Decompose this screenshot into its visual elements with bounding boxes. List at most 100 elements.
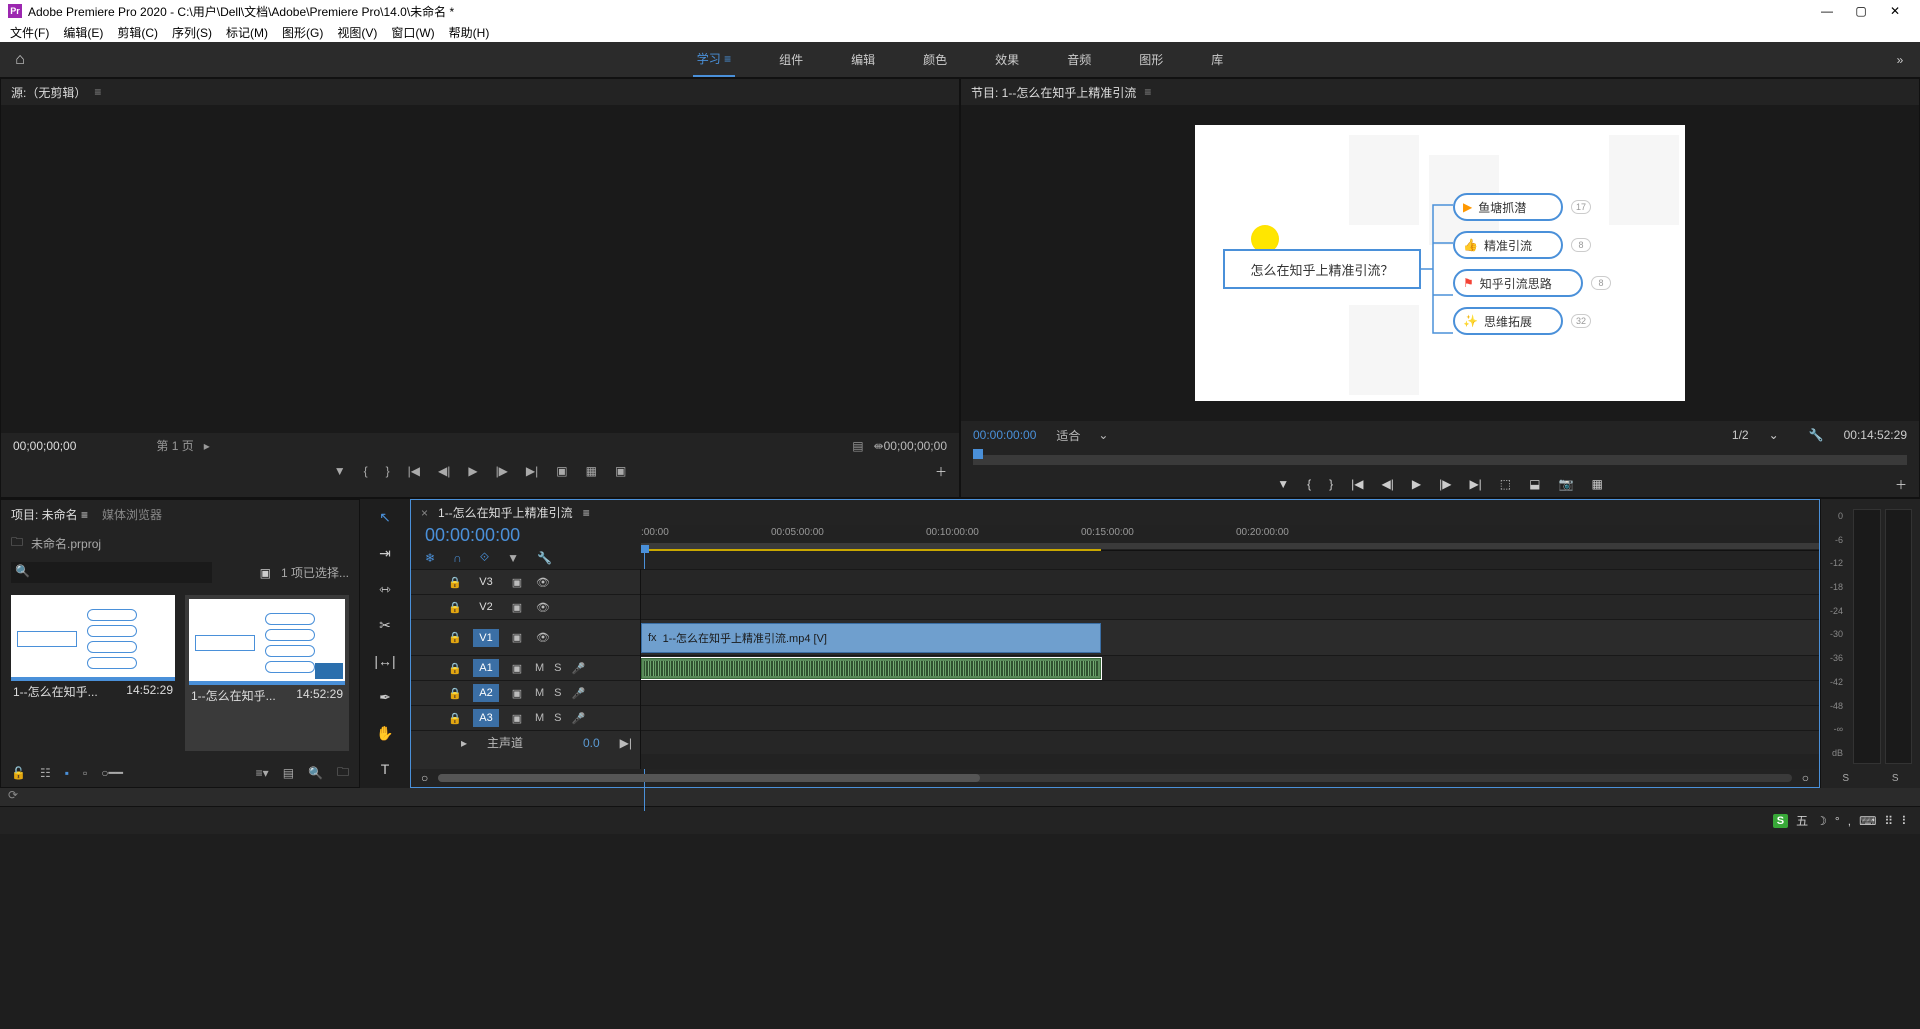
sync-lock-icon[interactable]: ▣ (509, 601, 525, 614)
lock-icon[interactable]: 🔒 (447, 687, 463, 700)
timeline-tracks[interactable]: fx1--怎么在知乎上精准引流.mp4 [V] (641, 569, 1819, 769)
sort-icon[interactable]: ≡▾ (256, 766, 269, 780)
solo-right-button[interactable]: S (1892, 773, 1899, 784)
timeline-ruler[interactable]: :00:00 00:05:00:00 00:10:00:00 00:15:00:… (641, 525, 1819, 551)
workspace-tab-audio[interactable]: 音频 (1063, 43, 1095, 76)
source-viewport[interactable] (1, 105, 959, 433)
menu-graphics[interactable]: 图形(G) (278, 24, 327, 41)
lock-icon[interactable]: 🔓 (11, 766, 26, 780)
insert-button[interactable]: ▣ (556, 464, 567, 478)
menu-window[interactable]: 窗口(W) (387, 24, 438, 41)
maximize-button[interactable]: ▢ (1844, 4, 1878, 18)
lock-icon[interactable]: 🔒 (447, 576, 463, 589)
magnet-icon[interactable]: ∩ (453, 551, 462, 565)
lock-icon[interactable]: 🔒 (447, 662, 463, 675)
timeline-timecode[interactable]: 00:00:00:00 (411, 525, 641, 546)
sync-lock-icon[interactable]: ▣ (509, 687, 525, 700)
new-item-icon[interactable]: ▣ (260, 566, 271, 580)
audio-meter-right[interactable] (1885, 509, 1913, 764)
step-forward-button[interactable]: |▶ (496, 464, 508, 478)
sync-icon[interactable]: ⟳ (0, 788, 18, 802)
prg-lift-button[interactable]: ⬚ (1500, 477, 1511, 491)
settings-icon[interactable]: 🔧 (537, 551, 552, 565)
home-button[interactable]: ⌂ (0, 51, 40, 69)
pen-tool[interactable]: ✒ (373, 685, 397, 709)
ime-text[interactable]: 五 (1796, 812, 1808, 829)
go-in-button[interactable]: |◀ (408, 464, 420, 478)
freeform-view-icon[interactable]: ▫ (83, 766, 87, 780)
marker-icon[interactable]: ▼ (507, 551, 519, 565)
snap-icon[interactable]: ❄ (425, 551, 435, 565)
track-header-master[interactable]: ▸主声道0.0▶| (411, 730, 640, 754)
workspace-tab-editing[interactable]: 编辑 (847, 43, 879, 76)
menu-marker[interactable]: 标记(M) (222, 24, 272, 41)
hand-tool[interactable]: ✋ (373, 721, 397, 745)
track-select-tool[interactable]: ⇥ (373, 541, 397, 565)
solo-button[interactable]: S (554, 662, 561, 674)
prg-go-in-button[interactable]: |◀ (1351, 477, 1363, 491)
workspace-tab-graphics[interactable]: 图形 (1135, 43, 1167, 76)
track-a1[interactable] (641, 655, 1819, 680)
track-header-a3[interactable]: 🔒A3▣MS🎤 (411, 705, 640, 730)
menu-clip[interactable]: 剪辑(C) (113, 24, 162, 41)
eye-icon[interactable]: 👁 (535, 631, 551, 644)
more-icon[interactable]: ⠇ (1901, 814, 1910, 828)
add-marker-button[interactable]: ▼ (334, 464, 346, 478)
selection-tool[interactable]: ↖ (373, 505, 397, 529)
workspace-tab-libraries[interactable]: 库 (1207, 43, 1227, 76)
track-header-v2[interactable]: 🔒V2▣👁 (411, 594, 640, 619)
mute-button[interactable]: M (535, 687, 544, 699)
track-v3[interactable] (641, 569, 1819, 594)
timeline-tab-close[interactable]: × (421, 506, 428, 520)
project-item[interactable]: 1--怎么在知乎...14:52:29 (11, 595, 175, 751)
solo-button[interactable]: S (554, 687, 561, 699)
menu-edit[interactable]: 编辑(E) (59, 24, 107, 41)
prg-go-out-button[interactable]: ▶| (1469, 477, 1481, 491)
prg-play-button[interactable]: ▶ (1412, 477, 1421, 491)
workspace-tab-assembly[interactable]: 组件 (775, 43, 807, 76)
menu-view[interactable]: 视图(V) (333, 24, 381, 41)
zoom-slider-icon[interactable]: ○━━ (101, 766, 123, 780)
project-search-input[interactable] (11, 562, 212, 583)
solo-left-button[interactable]: S (1842, 773, 1849, 784)
source-timecode-left[interactable]: 00;00;00;00 (13, 439, 76, 453)
solo-button[interactable]: S (554, 712, 561, 724)
linked-selection-icon[interactable]: ⟐ (480, 550, 489, 565)
expand-icon[interactable]: ▸ (461, 736, 467, 750)
mute-button[interactable]: M (535, 712, 544, 724)
program-zoom-label[interactable]: 适合 (1056, 427, 1080, 444)
slip-tool[interactable]: |↔| (373, 649, 397, 673)
workspace-overflow-button[interactable]: » (1880, 53, 1920, 67)
prg-mark-in-button[interactable]: { (1307, 477, 1311, 491)
workspace-tab-effects[interactable]: 效果 (991, 43, 1023, 76)
track-a3[interactable] (641, 705, 1819, 730)
source-add-button[interactable]: ＋ (935, 463, 947, 480)
source-drag-icon[interactable]: ⇼ (874, 439, 884, 453)
type-tool[interactable]: T (373, 757, 397, 781)
project-item[interactable]: 1--怎么在知乎...14:52:29 (185, 595, 349, 751)
source-page-next-icon[interactable]: ▸ (204, 439, 210, 453)
program-panel-menu[interactable]: ≡ (1144, 85, 1151, 99)
track-header-a2[interactable]: 🔒A2▣MS🎤 (411, 680, 640, 705)
work-area-bar[interactable] (641, 549, 1101, 551)
workspace-tab-learn[interactable]: 学习 ≡ (693, 42, 735, 77)
close-button[interactable]: ✕ (1878, 4, 1912, 18)
voice-over-icon[interactable]: 🎤 (572, 662, 586, 675)
source-panel-menu[interactable]: ≡ (94, 85, 101, 99)
program-scrubber[interactable] (973, 455, 1907, 465)
zoom-in-icon[interactable]: ○ (1802, 771, 1809, 785)
track-v2[interactable] (641, 594, 1819, 619)
step-back-button[interactable]: ◀| (438, 464, 450, 478)
menu-file[interactable]: 文件(F) (6, 24, 53, 41)
track-header-a1[interactable]: 🔒A1▣MS🎤 (411, 655, 640, 680)
lock-icon[interactable]: 🔒 (447, 631, 463, 644)
timeline-playhead[interactable] (641, 545, 649, 553)
minimize-button[interactable]: — (1810, 4, 1844, 18)
sync-lock-icon[interactable]: ▣ (509, 631, 525, 644)
lock-icon[interactable]: 🔒 (447, 601, 463, 614)
program-viewport[interactable]: 怎么在知乎上精准引流？ ▶鱼塘抓潜 17 👍精准引流 8 ⚑知乎引流思路 8 ✨… (961, 105, 1919, 421)
project-tab-media-browser[interactable]: 媒体浏览器 (102, 506, 162, 523)
program-scale-label[interactable]: 1/2 (1732, 428, 1749, 442)
track-header-v3[interactable]: 🔒V3▣👁 (411, 569, 640, 594)
wrench-icon[interactable]: 🔧 (1809, 428, 1824, 442)
